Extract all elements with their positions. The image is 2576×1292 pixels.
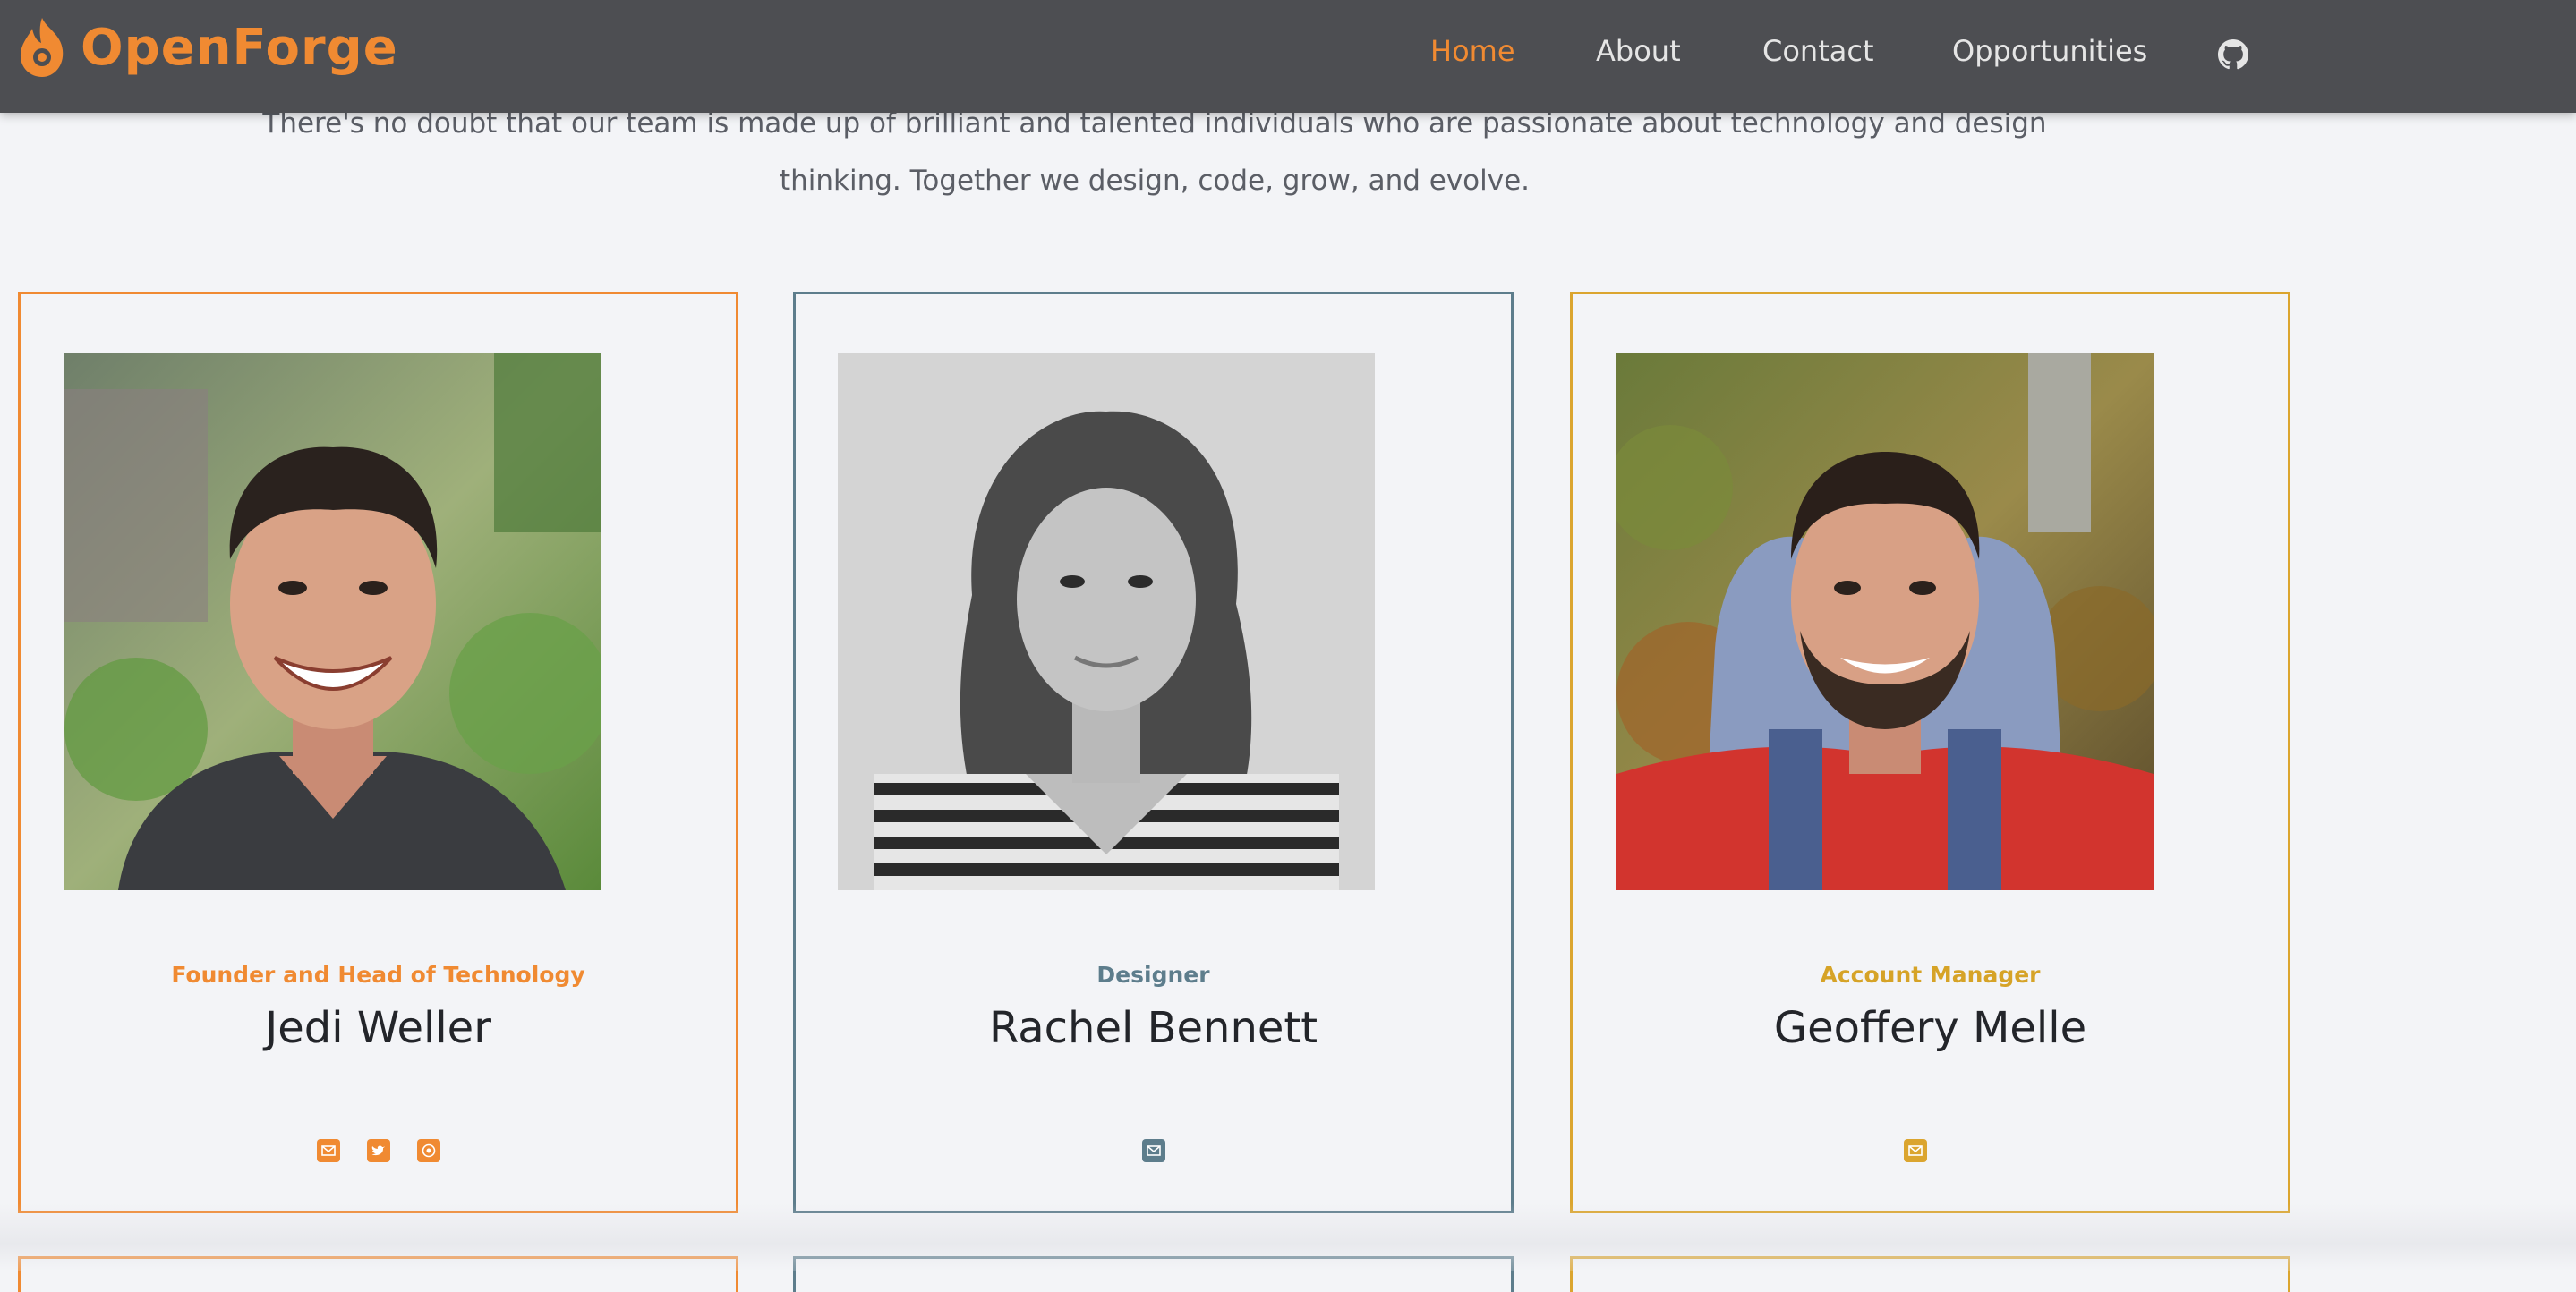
member-name: Rachel Bennett: [988, 1003, 1318, 1053]
member-name: Jedi Weller: [265, 1003, 491, 1053]
twitter-icon[interactable]: [366, 1139, 390, 1162]
team-card-partial: [18, 1256, 738, 1292]
member-role: Designer: [1096, 962, 1210, 988]
mail-icon[interactable]: [1141, 1139, 1165, 1162]
social-links: [1573, 1139, 2288, 1162]
team-card: Founder and Head of Technology Jedi Well…: [18, 292, 738, 1213]
social-links: [796, 1139, 1511, 1162]
member-role: Account Manager: [1820, 962, 2041, 988]
nav-home-link[interactable]: Home: [1430, 34, 1515, 68]
nav-opportunities-link[interactable]: Opportunities: [1952, 34, 2147, 68]
brand-name: OpenForge: [81, 18, 398, 77]
mail-icon[interactable]: [1904, 1139, 1927, 1162]
nav-github-link[interactable]: [2218, 39, 2249, 73]
team-card-partial: [793, 1256, 1514, 1292]
intro-line-2: thinking. Together we design, code, grow…: [779, 165, 1531, 197]
top-navbar: OpenForge Home About Contact Opportuniti…: [0, 0, 2576, 113]
team-card: Account Manager Geoffery Melle: [1570, 292, 2290, 1213]
github-icon: [2218, 39, 2249, 70]
flame-logo-icon: [20, 18, 64, 77]
member-photo: [64, 353, 601, 890]
brand-logo[interactable]: OpenForge: [16, 16, 398, 79]
nav-about-link[interactable]: About: [1596, 34, 1681, 68]
member-photo: [838, 353, 1375, 890]
github-icon[interactable]: [416, 1139, 440, 1162]
member-role: Founder and Head of Technology: [171, 962, 585, 988]
member-name: Geoffery Melle: [1773, 1003, 2087, 1053]
team-card-partial: [1570, 1256, 2290, 1292]
team-card: Designer Rachel Bennett: [793, 292, 1514, 1213]
member-photo: [1616, 353, 2154, 890]
social-links: [21, 1139, 736, 1162]
nav-contact-link[interactable]: Contact: [1762, 34, 1874, 68]
mail-icon[interactable]: [316, 1139, 340, 1162]
